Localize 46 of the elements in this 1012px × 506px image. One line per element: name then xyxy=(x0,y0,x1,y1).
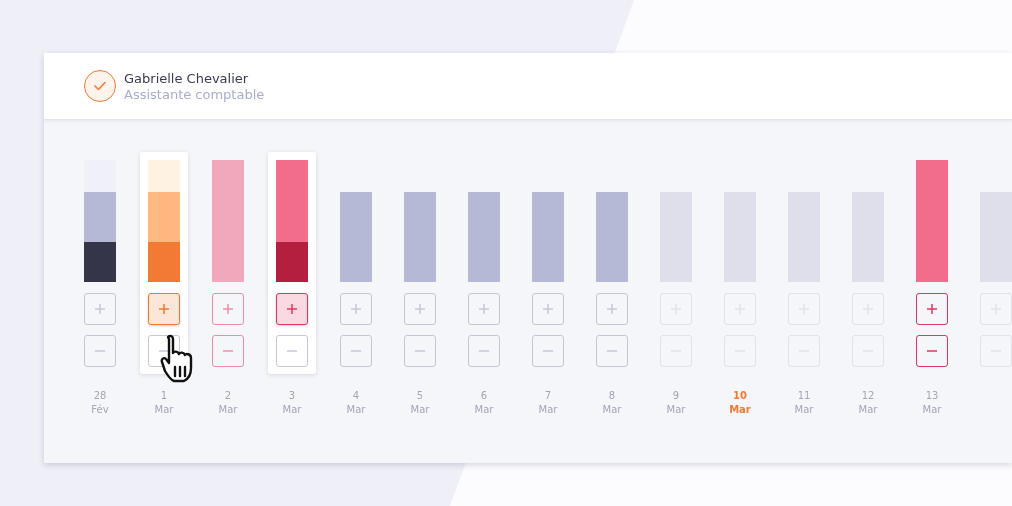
check-circle[interactable] xyxy=(84,70,116,102)
month-label: Mar xyxy=(474,403,494,417)
plus-icon xyxy=(606,303,618,315)
month-label: Fév xyxy=(91,403,109,417)
person-name: Gabrielle Chevalier xyxy=(124,70,250,86)
add-button[interactable] xyxy=(148,293,180,325)
plus-icon xyxy=(478,303,490,315)
month-label: Mar xyxy=(218,403,238,417)
day-number: 2 xyxy=(224,389,232,403)
check-icon xyxy=(94,81,106,91)
plus-icon xyxy=(286,303,298,315)
month-label: Mar xyxy=(538,403,558,417)
month-label: Mar xyxy=(410,403,430,417)
add-button[interactable] xyxy=(212,293,244,325)
plus-icon xyxy=(222,303,234,315)
month-label: Mar xyxy=(858,403,878,417)
day-number: 10 xyxy=(733,389,747,403)
plus-icon xyxy=(94,303,106,315)
day-number: 6 xyxy=(480,389,488,403)
plus-icon xyxy=(542,303,554,315)
day-number: 28 xyxy=(93,389,107,403)
day-number: 11 xyxy=(797,389,811,403)
month-label: Mar xyxy=(922,403,942,417)
day-number: 9 xyxy=(672,389,680,403)
day-number: 12 xyxy=(861,389,875,403)
plus-icon xyxy=(350,303,362,315)
add-button[interactable] xyxy=(916,293,948,325)
month-label: Mar xyxy=(729,403,751,417)
day-number: 8 xyxy=(608,389,616,403)
day-number: 5 xyxy=(416,389,424,403)
month-label: Mar xyxy=(282,403,302,417)
plus-icon xyxy=(158,303,170,315)
month-label: Mar xyxy=(154,403,174,417)
month-label: Mar xyxy=(794,403,814,417)
day-number: 7 xyxy=(544,389,552,403)
month-label: Mar xyxy=(602,403,622,417)
month-label: Mar xyxy=(346,403,366,417)
day-number: 4 xyxy=(352,389,360,403)
day-number: 1 xyxy=(160,389,168,403)
person-role: Assistante comptable xyxy=(124,86,265,102)
month-label: Mar xyxy=(666,403,686,417)
plus-icon xyxy=(926,303,938,315)
day-number: 13 xyxy=(925,389,939,403)
day-number: 3 xyxy=(288,389,296,403)
add-button[interactable] xyxy=(276,293,308,325)
plus-icon xyxy=(414,303,426,315)
